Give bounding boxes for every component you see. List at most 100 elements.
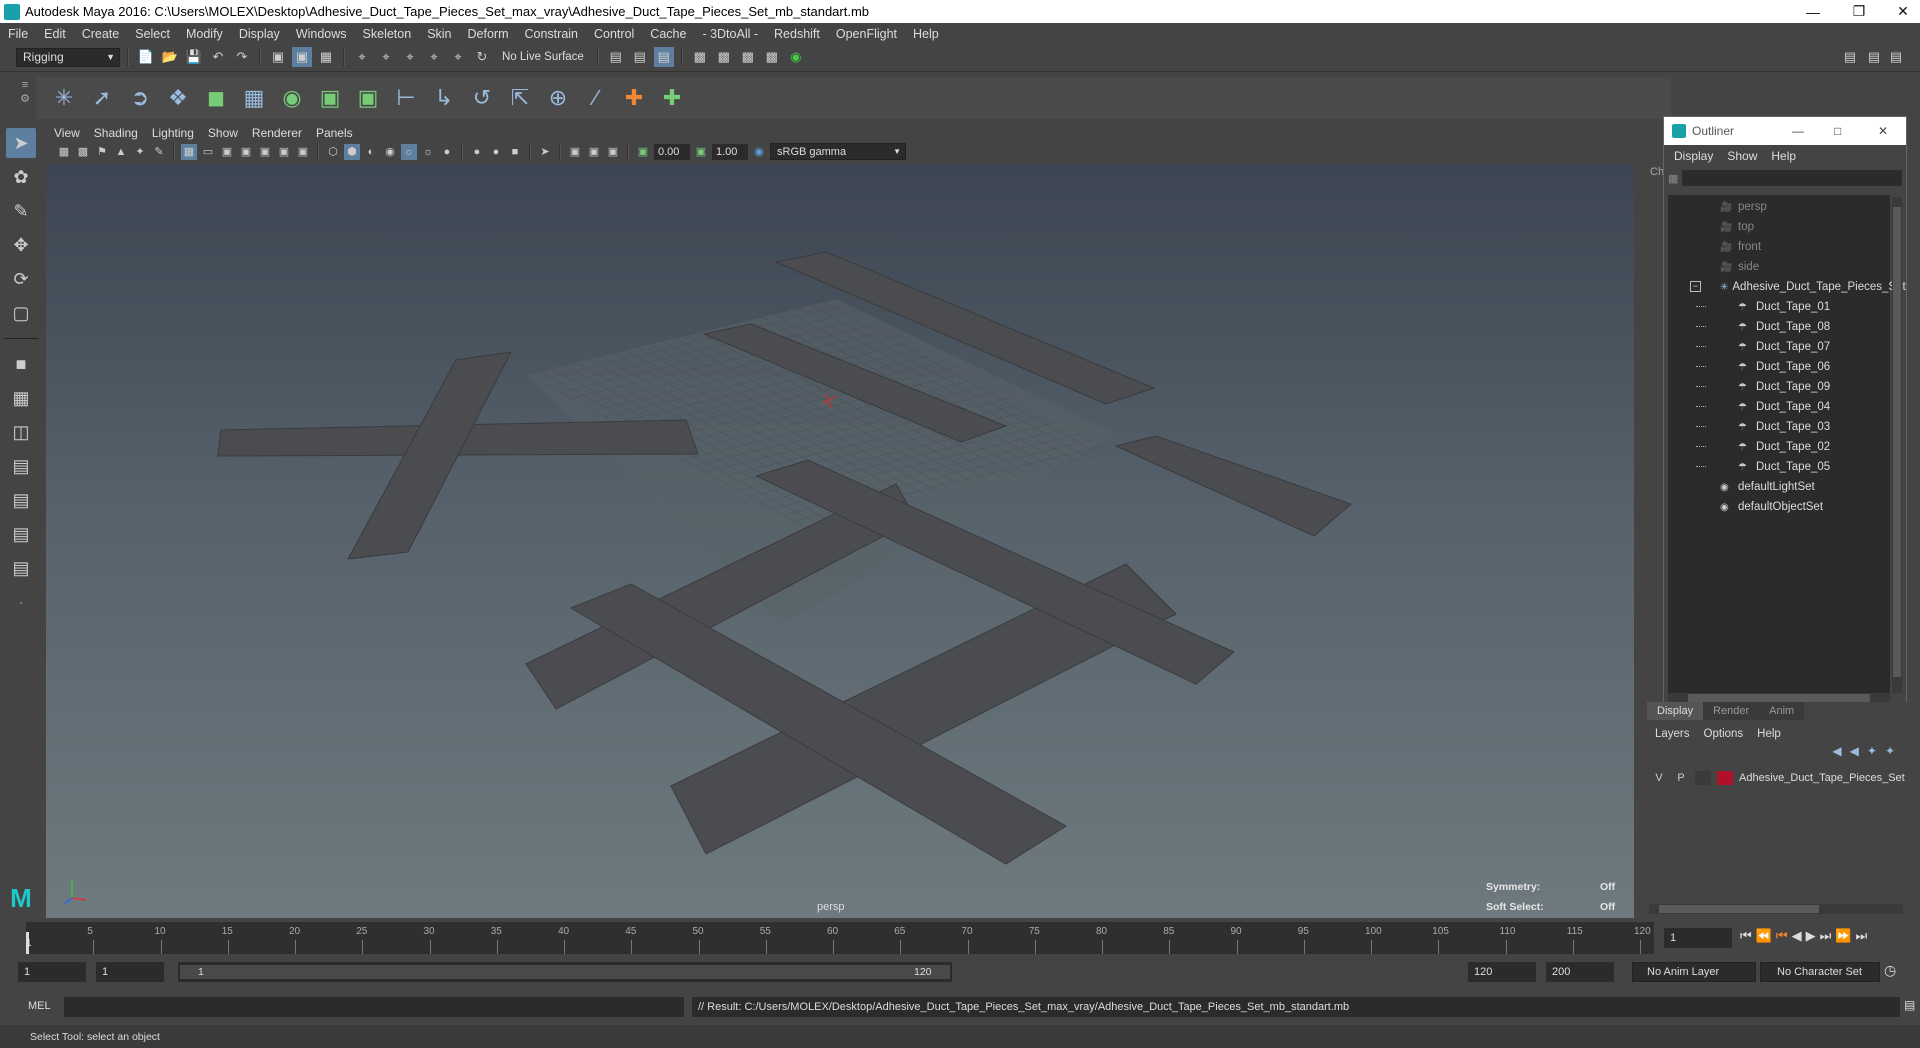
field-chart-icon[interactable]: ▣	[257, 144, 273, 160]
outliner-item[interactable]: ☂ Duct_Tape_01	[1668, 297, 1890, 317]
step-forward-key-icon[interactable]: ⏭	[1820, 928, 1832, 944]
range-slider-track[interactable]	[180, 965, 950, 979]
outliner-vscrollbar[interactable]	[1892, 197, 1902, 693]
live-surface-label[interactable]: No Live Surface	[496, 51, 590, 63]
xray-joints-icon[interactable]: ▣	[586, 144, 602, 160]
select-tool-icon[interactable]: ➤	[6, 128, 36, 158]
new-layer-selected-icon[interactable]: ✦	[1885, 744, 1895, 758]
open-scene-icon[interactable]: 📂	[160, 47, 180, 67]
new-scene-icon[interactable]: 📄	[136, 47, 156, 67]
aim-constraint-icon[interactable]: ↳	[428, 82, 460, 114]
outliner-list[interactable]: 🎥 persp 🎥 top 🎥 front 🎥 side − ✳ Adhesive_Duct_Tap…	[1668, 195, 1906, 693]
menu-skin[interactable]: Skin	[419, 27, 459, 41]
move-tool-icon[interactable]: ✥	[6, 230, 36, 260]
outliner-item[interactable]: − ✳ Adhesive_Duct_Tape_Pieces_Set	[1668, 277, 1906, 297]
collapse-icon[interactable]: −	[1690, 281, 1701, 292]
menu-redshift[interactable]: Redshift	[766, 27, 828, 41]
close-button[interactable]: ✕	[1880, 0, 1920, 23]
undo-icon[interactable]: ↶	[208, 47, 228, 67]
insert-joint-icon[interactable]: ❖	[162, 82, 194, 114]
ipr-render-icon[interactable]: ▤	[653, 47, 674, 67]
wireframe-icon[interactable]: ⬡	[325, 144, 341, 160]
outliner-item[interactable]: ☂ Duct_Tape_06	[1668, 357, 1890, 377]
menu-control[interactable]: Control	[586, 27, 642, 41]
outliner-item[interactable]: ☂ Duct_Tape_09	[1668, 377, 1890, 397]
outliner-item[interactable]: ☂ Duct_Tape_02	[1668, 437, 1890, 457]
character-set-dropdown[interactable]: No Character Set	[1760, 962, 1880, 982]
snap-point-icon[interactable]: ⌖	[400, 47, 420, 67]
safe-title-icon[interactable]: ▣	[295, 144, 311, 160]
outliner-menu-help[interactable]: Help	[1771, 149, 1796, 163]
persp-graph-icon[interactable]: ▤	[6, 451, 36, 481]
select-hierarchy-icon[interactable]: ▣	[268, 47, 288, 67]
render-frame-icon[interactable]: ▤	[630, 47, 650, 67]
restore-button[interactable]: ❐	[1836, 0, 1882, 23]
wireframe-on-shaded-icon[interactable]: ◐	[363, 144, 379, 160]
menu-file[interactable]: File	[0, 27, 36, 41]
channel-box-tab-icon[interactable]: Ch	[1650, 166, 1664, 178]
gamma-field[interactable]: 1.00	[712, 143, 748, 160]
scroll-thumb[interactable]	[1893, 207, 1901, 677]
outliner-item[interactable]: 🎥 front	[1668, 237, 1890, 257]
antialias-icon[interactable]: ●	[488, 144, 504, 160]
layer-hscrollbar[interactable]	[1649, 904, 1903, 914]
exposure-icon[interactable]: ▣	[635, 144, 651, 160]
ipr-icon[interactable]: ▩	[738, 47, 758, 67]
layer-tab-display[interactable]: Display	[1647, 702, 1704, 720]
menu-help[interactable]: Help	[905, 27, 947, 41]
hypershade-icon[interactable]: ▩	[762, 47, 782, 67]
outliner-item[interactable]: ◉ defaultLightSet	[1668, 477, 1890, 497]
select-component-icon[interactable]: ▦	[316, 47, 336, 67]
scroll-thumb[interactable]	[1659, 905, 1819, 913]
cluster-icon[interactable]: ▣	[314, 82, 346, 114]
save-scene-icon[interactable]: 💾	[184, 47, 204, 67]
more-layouts-icon[interactable]: ·	[6, 587, 36, 617]
outliner-item[interactable]: ☂ Duct_Tape_03	[1668, 417, 1890, 437]
parent-constraint-icon[interactable]: ⊕	[542, 82, 574, 114]
perspective-viewport[interactable]	[46, 164, 1634, 918]
outliner-item[interactable]: ☂ Duct_Tape_07	[1668, 337, 1890, 357]
camera-attributes-icon[interactable]: ▩	[75, 144, 91, 160]
outliner-item[interactable]: 🎥 side	[1668, 257, 1890, 277]
menu-set-dropdown[interactable]: Rigging ▼	[16, 47, 120, 67]
orient-constraint-icon[interactable]: ↺	[466, 82, 498, 114]
workspace-icon[interactable]: ▤	[1840, 47, 1860, 67]
paint-select-icon[interactable]: ✎	[6, 196, 36, 226]
hypershade-layout-icon[interactable]: ▤	[6, 485, 36, 515]
menu-constrain[interactable]: Constrain	[517, 27, 587, 41]
outliner-item[interactable]: ☂ Duct_Tape_04	[1668, 397, 1890, 417]
filter-icon[interactable]: ▦	[1668, 172, 1678, 185]
select-camera-icon[interactable]: ▩	[56, 144, 72, 160]
auto-key-icon[interactable]: ◷	[1884, 962, 1896, 979]
step-forward-icon[interactable]: ⏩	[1835, 928, 1851, 944]
safe-action-icon[interactable]: ▣	[276, 144, 292, 160]
end-time-field[interactable]: 200	[1546, 962, 1614, 982]
menu-openflight[interactable]: OpenFlight	[828, 27, 905, 41]
maximize-button[interactable]: □	[1834, 124, 1841, 138]
layout-icon[interactable]: ▤	[1864, 47, 1884, 67]
xray-components-icon[interactable]: ▣	[605, 144, 621, 160]
range-slider[interactable]: 1 120	[178, 962, 952, 982]
pole-vector-icon[interactable]: ∕	[580, 82, 612, 114]
scale-constraint-icon[interactable]: ⇱	[504, 82, 536, 114]
go-to-end-icon[interactable]: ⏭	[1855, 928, 1867, 944]
bind-skin-icon[interactable]: ▦	[238, 82, 270, 114]
time-ruler[interactable]: 1 5 10 15 20 25 30 35 40 45 50 55 60 65 70 75 80 85 90 95 1…	[26, 922, 1654, 954]
script-language-toggle[interactable]: MEL	[28, 1000, 51, 1012]
grease-pencil-icon[interactable]: ✎	[151, 144, 167, 160]
exposure-field[interactable]: 0.00	[654, 143, 690, 160]
close-button[interactable]: ✕	[1878, 124, 1888, 138]
skeleton-icon[interactable]: ◼	[200, 82, 232, 114]
menu-deform[interactable]: Deform	[460, 27, 517, 41]
step-back-key-icon[interactable]: ⏮	[1776, 928, 1788, 944]
move-layer-down-icon[interactable]: ◀	[1850, 744, 1859, 758]
channel-box-toggle-icon[interactable]: ▤	[1886, 47, 1906, 67]
menu-edit[interactable]: Edit	[36, 27, 74, 41]
layer-type-toggle[interactable]	[1695, 771, 1711, 785]
menu-modify[interactable]: Modify	[178, 27, 231, 41]
depth-of-field-icon[interactable]: ■	[507, 144, 523, 160]
go-to-start-icon[interactable]: ⏮	[1740, 928, 1752, 944]
render-settings-icon[interactable]: ▩	[690, 47, 710, 67]
scroll-thumb[interactable]	[1688, 694, 1870, 702]
snap-surface-icon[interactable]: ⌖	[448, 47, 468, 67]
